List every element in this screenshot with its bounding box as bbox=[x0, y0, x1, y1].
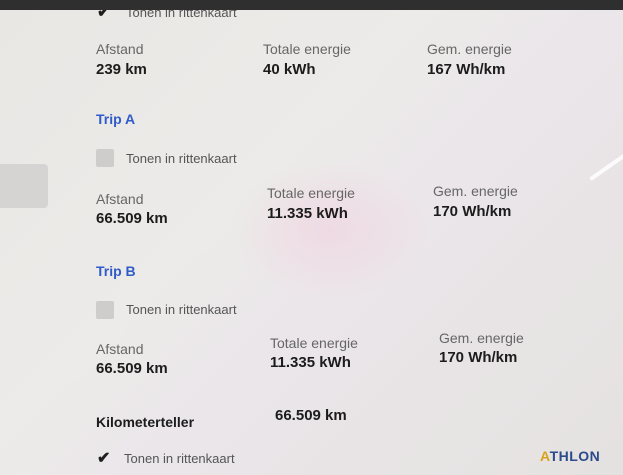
trip-a-show-in-map-checkbox[interactable] bbox=[96, 149, 114, 167]
top-energy-label: Totale energie bbox=[263, 41, 351, 57]
trip-b-distance-label: Afstand bbox=[96, 341, 144, 357]
logo-text: THLON bbox=[549, 448, 601, 464]
light-reflection bbox=[589, 143, 623, 181]
trip-b-avg-label: Gem. energie bbox=[439, 330, 524, 346]
trips-screen: ✔ Tonen in rittenkaart Afstand 239 km To… bbox=[0, 10, 623, 475]
logo-mark: A bbox=[540, 448, 550, 464]
trip-a-avg-value: 170 Wh/km bbox=[433, 203, 512, 220]
top-show-in-map-label: Tonen in rittenkaart bbox=[126, 10, 237, 20]
athlon-logo: ATHLON bbox=[540, 448, 600, 464]
trip-b-distance-value: 66.509 km bbox=[96, 360, 168, 377]
checkmark-icon: ✔ bbox=[97, 450, 111, 467]
trip-a-show-in-map-label: Tonen in rittenkaart bbox=[126, 151, 237, 166]
checkmark-icon: ✔ bbox=[97, 10, 111, 21]
top-energy-value: 40 kWh bbox=[263, 61, 316, 78]
top-avg-value: 167 Wh/km bbox=[427, 61, 506, 78]
odometer-show-in-map-checkbox[interactable]: ✔ bbox=[96, 450, 114, 468]
odometer-label: Kilometerteller bbox=[96, 414, 195, 430]
trip-b-avg-value: 170 Wh/km bbox=[439, 349, 518, 366]
trip-a-distance-value: 66.509 km bbox=[96, 210, 168, 227]
top-distance-label: Afstand bbox=[96, 41, 144, 57]
trip-a-avg-label: Gem. energie bbox=[433, 183, 518, 199]
trip-b-show-in-map-checkbox[interactable] bbox=[96, 301, 114, 319]
trip-a-energy-label: Totale energie bbox=[267, 185, 355, 201]
top-distance-value: 239 km bbox=[96, 61, 147, 78]
trip-b-energy-value: 11.335 kWh bbox=[270, 354, 351, 371]
trip-a-title: Trip A bbox=[96, 111, 136, 127]
odometer-value: 66.509 km bbox=[275, 407, 347, 424]
top-show-in-map-checkbox[interactable]: ✔ bbox=[96, 10, 114, 22]
screen-glare bbox=[230, 160, 430, 300]
trip-b-show-in-map-label: Tonen in rittenkaart bbox=[126, 302, 237, 317]
odometer-show-in-map-label: Tonen in rittenkaart bbox=[124, 451, 235, 466]
top-avg-label: Gem. energie bbox=[427, 41, 512, 57]
trip-b-energy-label: Totale energie bbox=[270, 335, 358, 351]
screen-bezel-top bbox=[0, 0, 623, 10]
trip-a-distance-label: Afstand bbox=[96, 191, 144, 207]
trip-b-title: Trip B bbox=[96, 263, 136, 279]
side-panel-tab[interactable] bbox=[0, 164, 48, 208]
trip-a-energy-value: 11.335 kWh bbox=[267, 205, 348, 222]
